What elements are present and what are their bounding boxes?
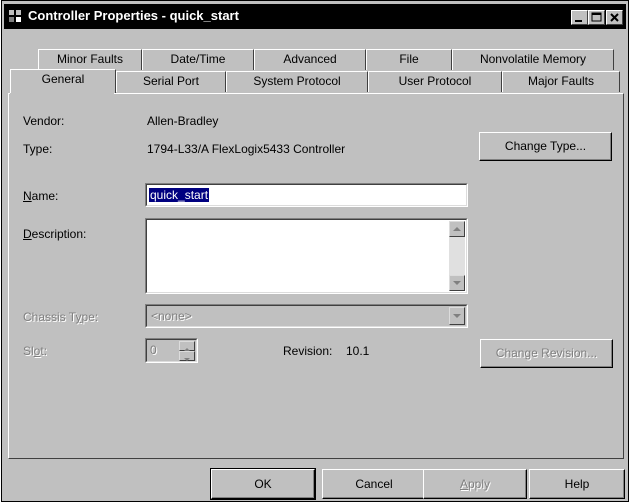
arrow-up-icon <box>453 227 461 231</box>
tab-general[interactable]: General <box>10 69 116 93</box>
tab-label: Serial Port <box>142 74 200 88</box>
name-label: Name: <box>23 189 58 203</box>
window-title: Controller Properties - quick_start <box>28 8 239 23</box>
tab-label: User Protocol <box>398 74 472 88</box>
arrow-down-icon <box>184 358 190 361</box>
name-field[interactable]: quick_start <box>145 183 468 207</box>
revision-label: Revision: <box>283 344 333 358</box>
name-field-value: quick_start <box>149 188 210 202</box>
slot-label: Slot: <box>23 344 47 358</box>
close-icon <box>610 13 619 22</box>
description-label-rest: escription: <box>31 227 87 241</box>
slot-value: 0 <box>150 343 157 357</box>
app-icon <box>9 10 21 22</box>
tab-label: File <box>399 52 419 66</box>
tab-label: Date/Time <box>170 52 226 66</box>
general-tab-panel: Vendor: Allen-Bradley Type: 1794-L33/A F… <box>8 93 624 459</box>
tab-nonvolatile-memory[interactable]: Nonvolatile Memory <box>452 49 614 70</box>
tab-system-protocol[interactable]: System Protocol <box>226 71 368 92</box>
apply-key: A <box>459 477 468 491</box>
tab-label: General <box>41 72 85 86</box>
title-bar[interactable]: Controller Properties - quick_start <box>4 4 626 29</box>
tab-label: Advanced <box>283 52 337 66</box>
ok-button[interactable]: OK <box>210 468 316 500</box>
chassis-label-rest: pe: <box>81 310 99 324</box>
slot-up-button[interactable] <box>179 341 195 351</box>
vendor-label: Vendor: <box>23 114 65 128</box>
maximize-icon <box>591 12 602 22</box>
revision-value: 10.1 <box>346 344 370 358</box>
description-label: Description: <box>23 227 86 241</box>
slot-label-rest: t: <box>40 344 48 358</box>
tab-label: System Protocol <box>253 74 341 88</box>
apply-label-rest: pply <box>468 477 491 491</box>
tab-major-faults[interactable]: Major Faults <box>502 71 620 92</box>
tab-label: Major Faults <box>527 74 595 88</box>
tab-serial-port[interactable]: Serial Port <box>116 71 226 92</box>
chassis-type-select[interactable]: <none> <box>145 304 468 328</box>
tab-date-time[interactable]: Date/Time <box>142 49 254 70</box>
close-button[interactable] <box>606 10 623 25</box>
tab-advanced[interactable]: Advanced <box>254 49 366 70</box>
description-scrollbar[interactable] <box>449 221 465 291</box>
tab-label: Nonvolatile Memory <box>479 52 587 66</box>
type-value: 1794-L33/A FlexLogix5433 Controller <box>147 142 346 156</box>
tab-file[interactable]: File <box>366 49 452 70</box>
change-revision-button[interactable]: Change Revision... <box>480 339 613 368</box>
apply-button[interactable]: Apply <box>423 469 527 499</box>
minimize-icon <box>575 20 582 22</box>
arrow-down-icon <box>453 281 461 285</box>
name-label-rest: ame: <box>31 189 59 203</box>
tab-label: Minor Faults <box>56 52 124 66</box>
chassis-type-label: Chassis Type: <box>23 310 98 324</box>
scroll-down-button[interactable] <box>449 275 465 291</box>
maximize-button[interactable] <box>588 10 605 25</box>
chassis-label-pre: Chassis T <box>23 310 76 324</box>
tab-user-protocol[interactable]: User Protocol <box>368 71 502 92</box>
slot-label-pre: Sl <box>23 344 34 358</box>
help-button[interactable]: Help <box>529 469 625 499</box>
type-label: Type: <box>23 142 53 156</box>
tab-minor-faults[interactable]: Minor Faults <box>38 49 142 70</box>
scroll-up-button[interactable] <box>449 221 465 237</box>
chassis-type-value: <none> <box>151 309 192 323</box>
slot-down-button[interactable] <box>179 351 195 361</box>
controller-properties-dialog: Controller Properties - quick_start Mino… <box>1 0 629 502</box>
description-label-key: D <box>23 227 32 241</box>
chevron-down-icon <box>453 314 461 318</box>
chassis-type-bevel <box>146 305 467 327</box>
description-field-bevel <box>146 219 467 293</box>
minimize-button[interactable] <box>571 10 588 25</box>
vendor-value: Allen-Bradley <box>147 114 219 128</box>
slot-spinner[interactable]: 0 <box>145 338 198 363</box>
active-tab-joint <box>10 93 114 95</box>
change-type-button[interactable]: Change Type... <box>479 132 612 161</box>
chassis-dropdown-button[interactable] <box>449 307 465 325</box>
cancel-button[interactable]: Cancel <box>322 469 426 499</box>
description-field[interactable] <box>145 218 468 294</box>
name-label-key: N <box>23 189 32 203</box>
